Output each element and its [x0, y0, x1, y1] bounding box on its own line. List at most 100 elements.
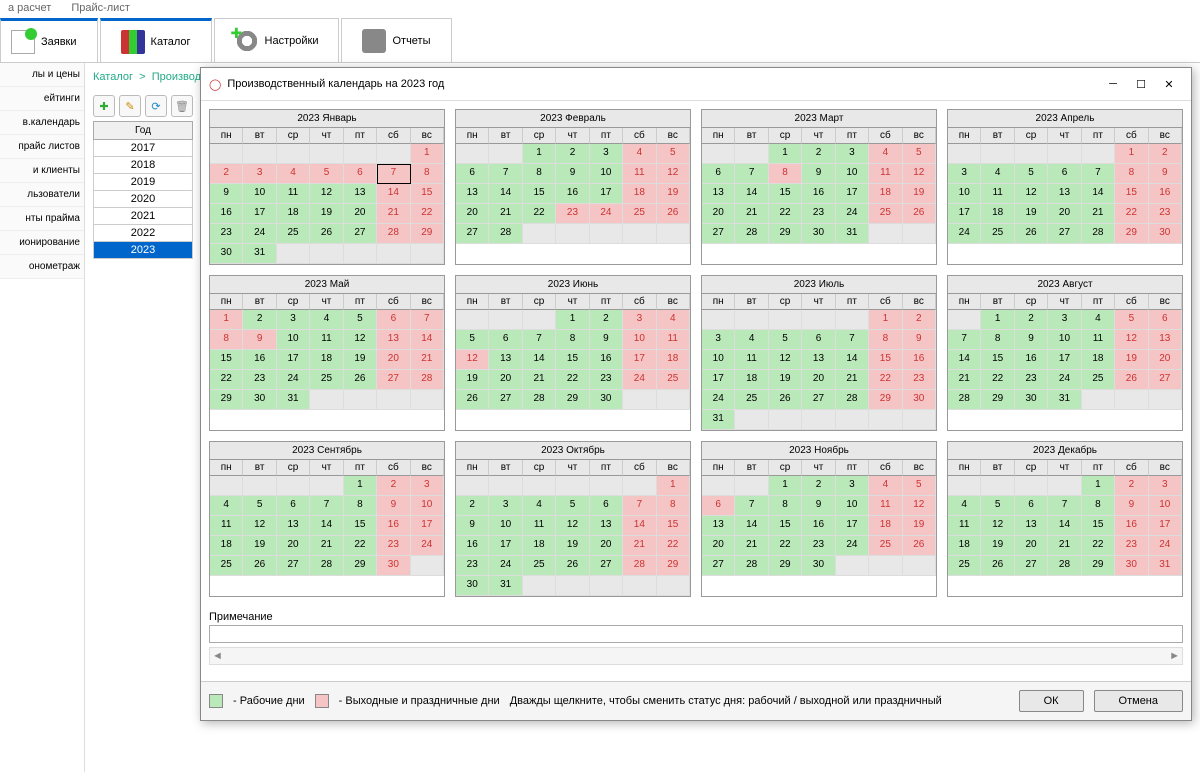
day-cell[interactable]: 4: [310, 310, 343, 330]
add-button[interactable]: ✚: [93, 95, 115, 117]
day-cell[interactable]: 20: [489, 370, 522, 390]
day-cell[interactable]: 15: [769, 184, 802, 204]
day-cell[interactable]: 21: [836, 370, 869, 390]
day-cell[interactable]: 17: [623, 350, 656, 370]
day-cell[interactable]: 7: [623, 496, 656, 516]
day-cell[interactable]: 1: [769, 144, 802, 164]
day-cell[interactable]: 5: [657, 144, 690, 164]
day-cell[interactable]: 8: [1082, 496, 1115, 516]
day-cell[interactable]: 13: [456, 184, 489, 204]
day-cell[interactable]: 11: [210, 516, 243, 536]
day-cell[interactable]: 30: [1015, 390, 1048, 410]
day-cell[interactable]: 1: [210, 310, 243, 330]
day-cell[interactable]: 17: [590, 184, 623, 204]
day-cell[interactable]: 20: [377, 350, 410, 370]
day-cell[interactable]: 28: [735, 224, 768, 244]
day-cell[interactable]: 7: [948, 330, 981, 350]
day-cell[interactable]: 31: [702, 410, 735, 430]
day-cell[interactable]: 22: [210, 370, 243, 390]
day-cell[interactable]: 2: [243, 310, 276, 330]
note-input[interactable]: [209, 625, 1183, 643]
day-cell[interactable]: 27: [590, 556, 623, 576]
day-cell[interactable]: 19: [769, 370, 802, 390]
sidebar-item[interactable]: ейтинги: [0, 87, 84, 111]
day-cell[interactable]: 8: [411, 164, 444, 184]
day-cell[interactable]: 24: [702, 390, 735, 410]
cancel-button[interactable]: Отмена: [1094, 690, 1183, 712]
day-cell[interactable]: 25: [1082, 370, 1115, 390]
sidebar-item[interactable]: льзователи: [0, 183, 84, 207]
day-cell[interactable]: 23: [590, 370, 623, 390]
day-cell[interactable]: 8: [523, 164, 556, 184]
day-cell[interactable]: 5: [1115, 310, 1148, 330]
day-cell[interactable]: 17: [277, 350, 310, 370]
day-cell[interactable]: 13: [489, 350, 522, 370]
day-cell[interactable]: 20: [344, 204, 377, 224]
day-cell[interactable]: 5: [243, 496, 276, 516]
breadcrumb-root[interactable]: Каталог: [93, 71, 133, 83]
day-cell[interactable]: 3: [836, 476, 869, 496]
day-cell[interactable]: 9: [1015, 330, 1048, 350]
day-cell[interactable]: 26: [556, 556, 589, 576]
day-cell[interactable]: 23: [1115, 536, 1148, 556]
day-cell[interactable]: 31: [836, 224, 869, 244]
day-cell[interactable]: 15: [344, 516, 377, 536]
day-cell[interactable]: 27: [1048, 224, 1081, 244]
day-cell[interactable]: 6: [702, 164, 735, 184]
day-cell[interactable]: 29: [769, 224, 802, 244]
day-cell[interactable]: 29: [411, 224, 444, 244]
day-cell[interactable]: 1: [1082, 476, 1115, 496]
day-cell[interactable]: 10: [836, 496, 869, 516]
day-cell[interactable]: 9: [1149, 164, 1182, 184]
day-cell[interactable]: 24: [836, 204, 869, 224]
day-cell[interactable]: 22: [769, 204, 802, 224]
day-cell[interactable]: 27: [456, 224, 489, 244]
day-cell[interactable]: 24: [243, 224, 276, 244]
day-cell[interactable]: 19: [310, 204, 343, 224]
day-cell[interactable]: 9: [210, 184, 243, 204]
day-cell[interactable]: 11: [948, 516, 981, 536]
day-cell[interactable]: 20: [802, 370, 835, 390]
day-cell[interactable]: 6: [456, 164, 489, 184]
day-cell[interactable]: 20: [456, 204, 489, 224]
day-cell[interactable]: 6: [802, 330, 835, 350]
day-cell[interactable]: 27: [377, 370, 410, 390]
day-cell[interactable]: 7: [735, 496, 768, 516]
tab-orders[interactable]: Заявки: [0, 18, 98, 62]
year-item[interactable]: 2020: [93, 191, 193, 208]
day-cell[interactable]: 20: [1015, 536, 1048, 556]
day-cell[interactable]: 13: [1015, 516, 1048, 536]
day-cell[interactable]: 30: [377, 556, 410, 576]
sidebar-item[interactable]: в.календарь: [0, 111, 84, 135]
day-cell[interactable]: 22: [556, 370, 589, 390]
day-cell[interactable]: 9: [590, 330, 623, 350]
day-cell[interactable]: 25: [735, 390, 768, 410]
day-cell[interactable]: 28: [523, 390, 556, 410]
day-cell[interactable]: 7: [836, 330, 869, 350]
day-cell[interactable]: 11: [981, 184, 1014, 204]
day-cell[interactable]: 11: [657, 330, 690, 350]
day-cell[interactable]: 4: [948, 496, 981, 516]
day-cell[interactable]: 25: [869, 204, 902, 224]
day-cell[interactable]: 1: [769, 476, 802, 496]
day-cell[interactable]: 3: [1048, 310, 1081, 330]
day-cell[interactable]: 3: [243, 164, 276, 184]
day-cell[interactable]: 30: [590, 390, 623, 410]
minimize-button[interactable]: ─: [1099, 74, 1127, 94]
day-cell[interactable]: 22: [523, 204, 556, 224]
day-cell[interactable]: 29: [210, 390, 243, 410]
day-cell[interactable]: 14: [623, 516, 656, 536]
day-cell[interactable]: 6: [1048, 164, 1081, 184]
day-cell[interactable]: 23: [456, 556, 489, 576]
day-cell[interactable]: 9: [377, 496, 410, 516]
day-cell[interactable]: 6: [702, 496, 735, 516]
day-cell[interactable]: 3: [1149, 476, 1182, 496]
day-cell[interactable]: 24: [1048, 370, 1081, 390]
sidebar-item[interactable]: онометраж: [0, 255, 84, 279]
day-cell[interactable]: 7: [1048, 496, 1081, 516]
day-cell[interactable]: 4: [210, 496, 243, 516]
day-cell[interactable]: 18: [869, 516, 902, 536]
sidebar-item[interactable]: нты прайма: [0, 207, 84, 231]
day-cell[interactable]: 27: [489, 390, 522, 410]
day-cell[interactable]: 21: [1082, 204, 1115, 224]
